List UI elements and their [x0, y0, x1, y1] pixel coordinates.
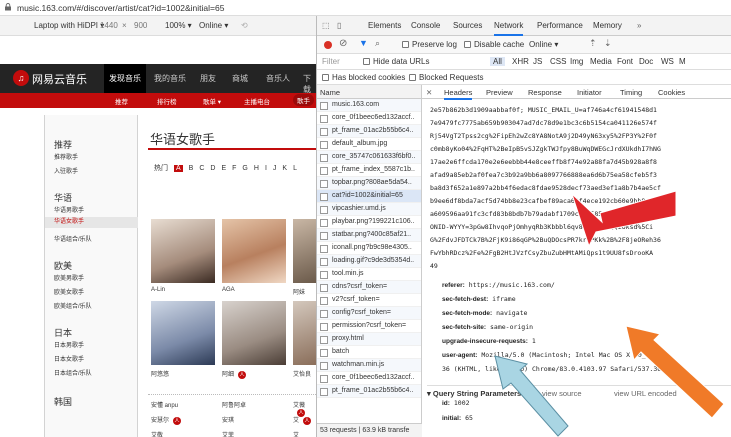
blue-arrow — [494, 355, 569, 437]
orange-arrow — [625, 325, 725, 419]
annotation-arrows — [494, 190, 725, 437]
red-arrow — [571, 190, 677, 248]
